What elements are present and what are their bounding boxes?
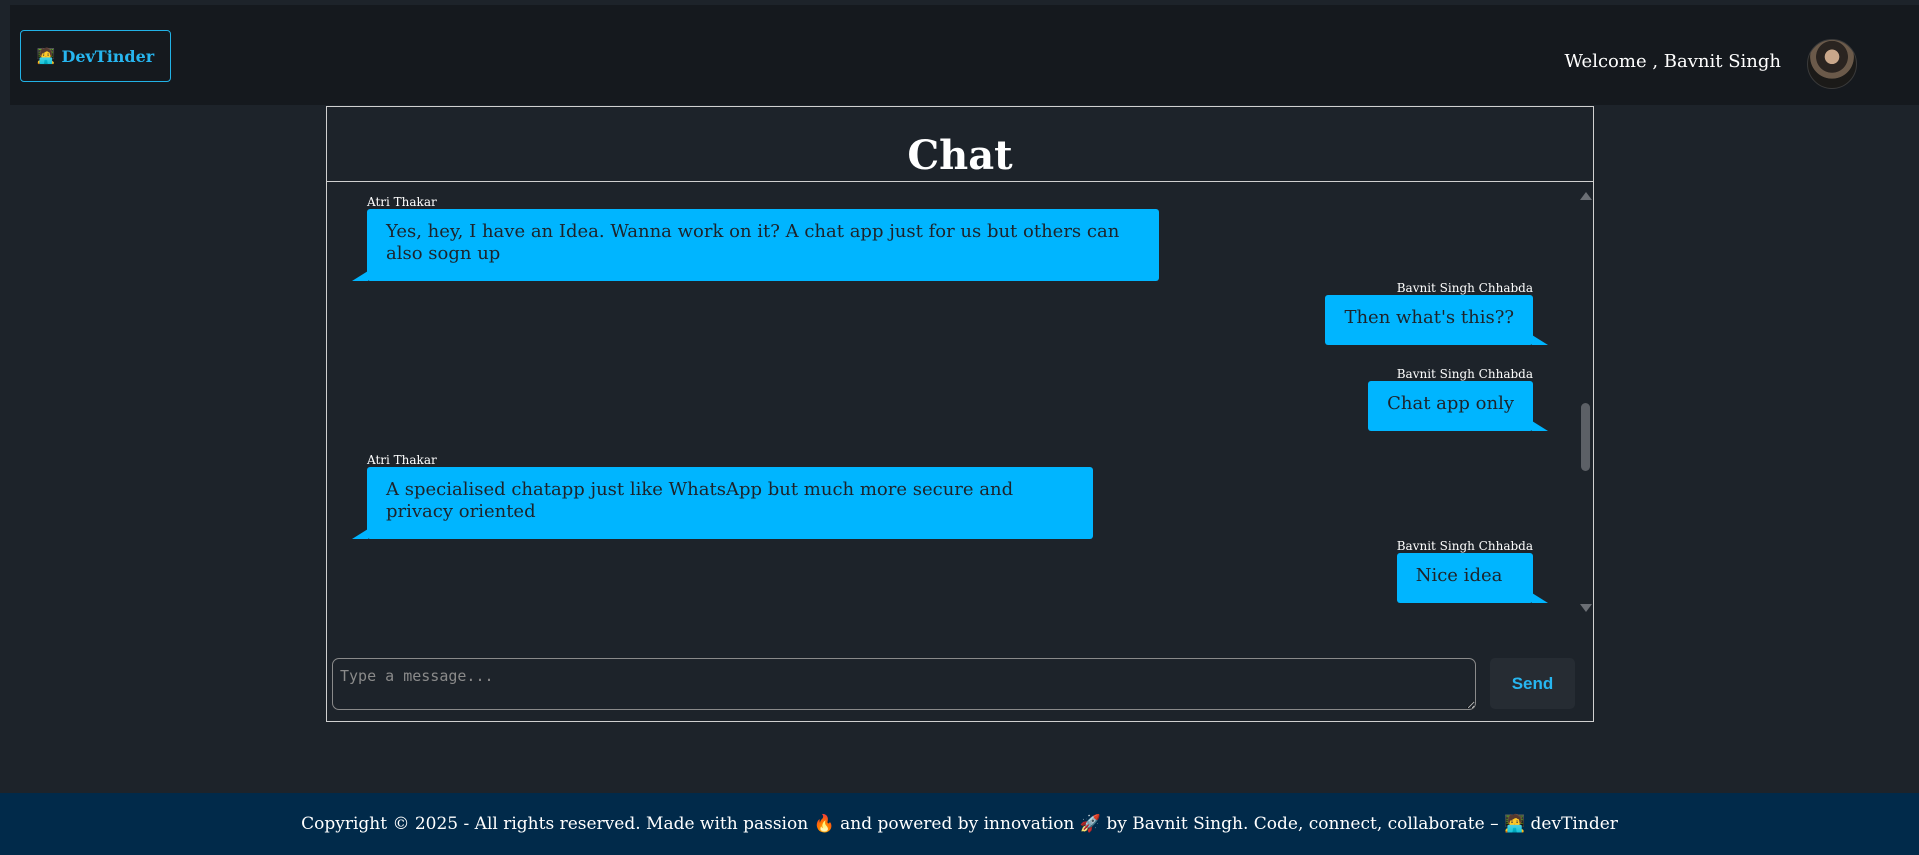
avatar[interactable] bbox=[1807, 39, 1857, 89]
send-button[interactable]: Send bbox=[1490, 658, 1575, 709]
message-sender: Bavnit Singh Chhabda bbox=[1396, 367, 1533, 381]
message-bubble: A specialised chatapp just like WhatsApp… bbox=[352, 467, 1093, 539]
scroll-up-arrow-icon[interactable] bbox=[1580, 192, 1592, 200]
message-sender: Bavnit Singh Chhabda bbox=[1396, 539, 1533, 553]
message-bubble: Yes, hey, I have an Idea. Wanna work on … bbox=[352, 209, 1159, 281]
message-item: Bavnit Singh Chhabda Chat app only bbox=[1368, 367, 1548, 431]
brand-label: DevTinder bbox=[61, 46, 155, 66]
brand-button[interactable]: 🧑‍💻 DevTinder bbox=[20, 30, 171, 82]
footer-text: Copyright © 2025 - All rights reserved. … bbox=[301, 814, 1618, 834]
message-scrollbar[interactable] bbox=[1578, 192, 1592, 612]
message-sender: Bavnit Singh Chhabda bbox=[1396, 281, 1533, 295]
message-item: Atri Thakar Yes, hey, I have an Idea. Wa… bbox=[352, 195, 1159, 281]
message-item: Bavnit Singh Chhabda Then what's this?? bbox=[1325, 281, 1548, 345]
message-bubble: Then what's this?? bbox=[1325, 295, 1548, 345]
navbar: 🧑‍💻 DevTinder Welcome , Bavnit Singh bbox=[10, 5, 1919, 105]
message-input[interactable] bbox=[332, 658, 1476, 710]
scroll-thumb[interactable] bbox=[1581, 403, 1590, 471]
message-item: Bavnit Singh Chhabda Nice idea bbox=[1396, 539, 1549, 603]
message-sender: Atri Thakar bbox=[367, 453, 437, 467]
message-item: Atri Thakar A specialised chatapp just l… bbox=[352, 453, 1093, 539]
message-bubble: Chat app only bbox=[1368, 381, 1548, 431]
chat-title: Chat bbox=[327, 107, 1593, 182]
scroll-down-arrow-icon[interactable] bbox=[1580, 604, 1592, 612]
message-sender: Atri Thakar bbox=[367, 195, 437, 209]
composer: Send bbox=[332, 652, 1588, 710]
welcome-text: Welcome , Bavnit Singh bbox=[1564, 51, 1781, 72]
message-bubble: Nice idea bbox=[1396, 553, 1549, 603]
footer: Copyright © 2025 - All rights reserved. … bbox=[0, 793, 1919, 855]
chat-card: Chat Atri Thakar Yes, hey, I have an Ide… bbox=[326, 106, 1594, 722]
developer-icon: 🧑‍💻 bbox=[36, 47, 56, 65]
